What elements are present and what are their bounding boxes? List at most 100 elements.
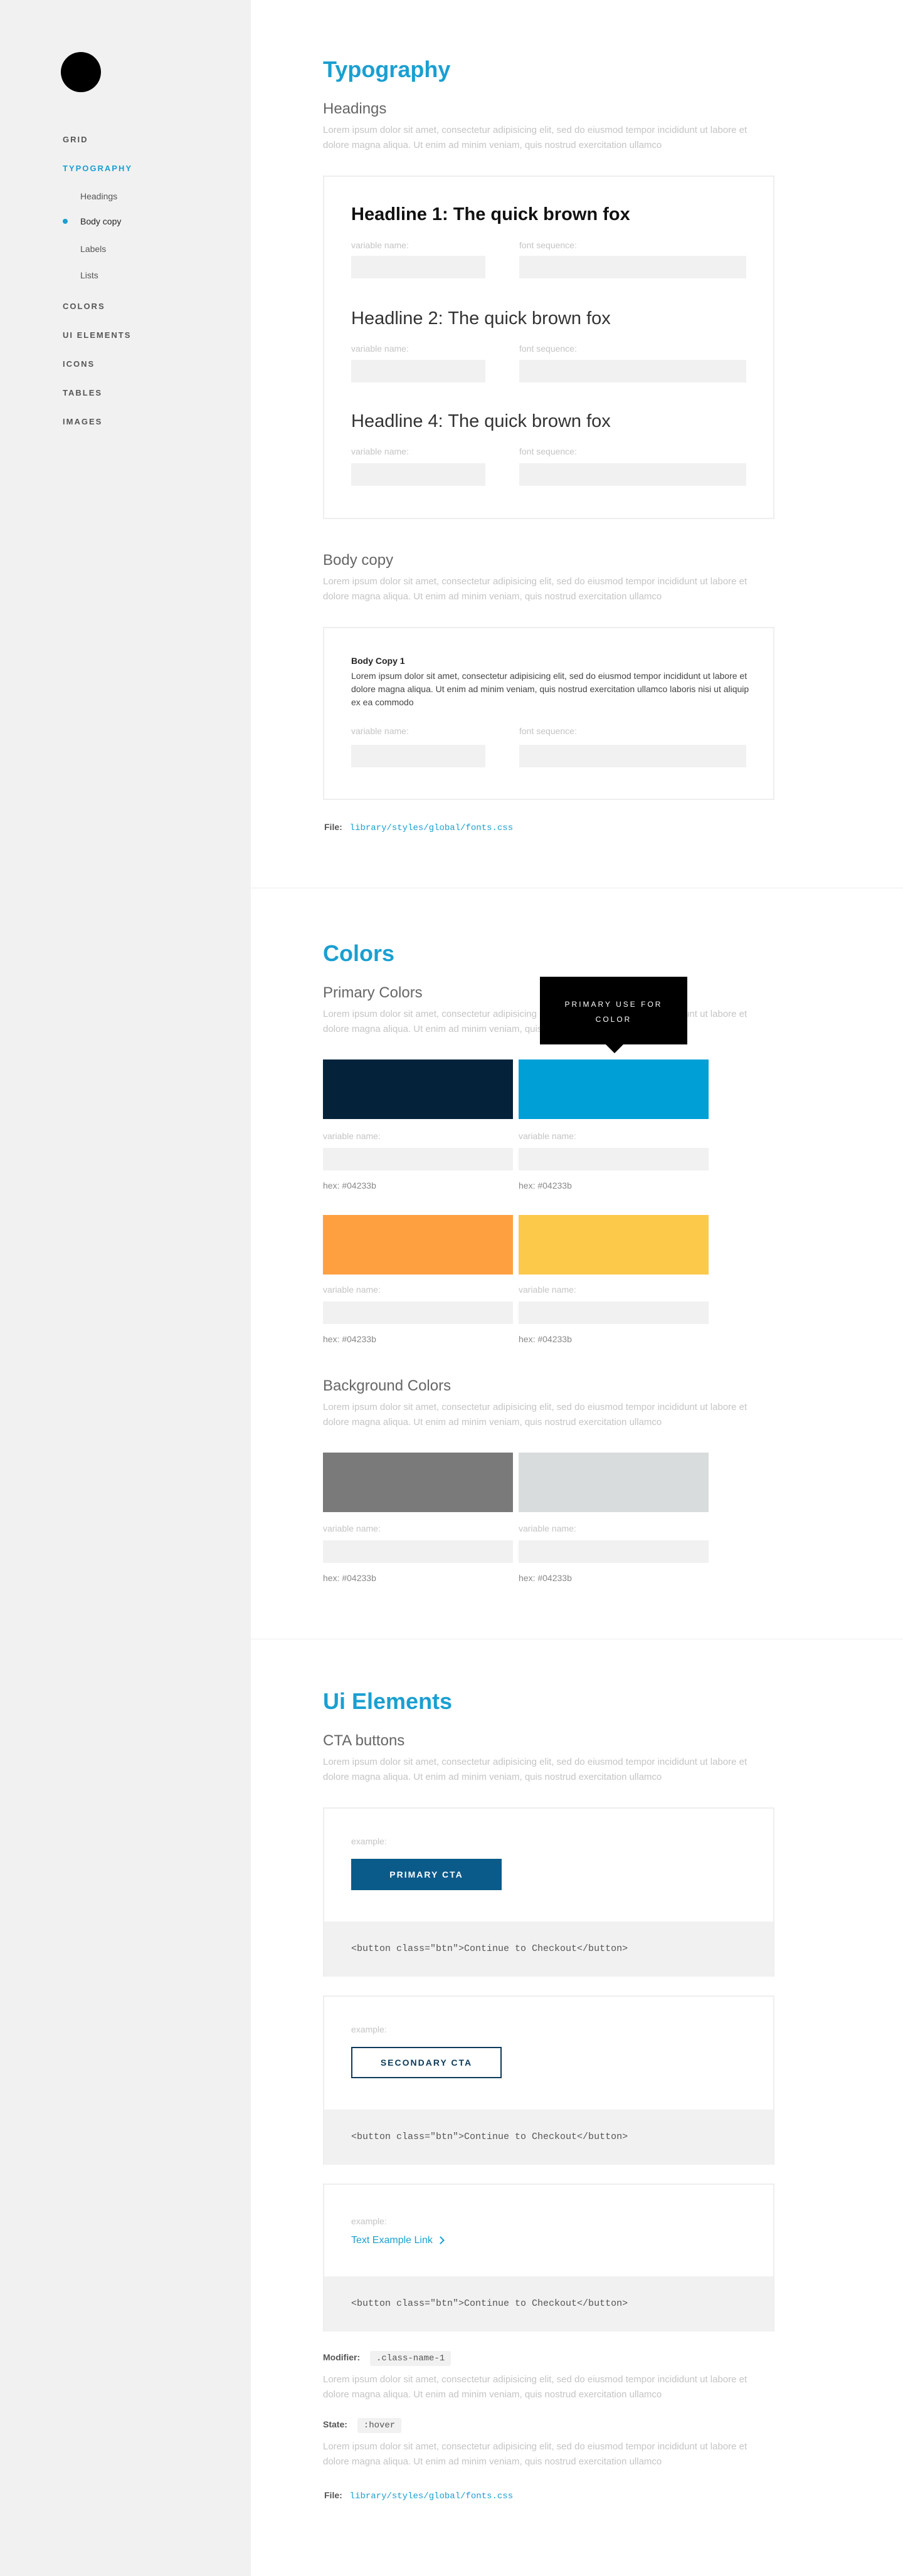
example-label: example: — [351, 2216, 387, 2226]
body-copy-label: Body Copy 1 — [351, 656, 405, 666]
cta-buttons-subtitle: CTA buttons — [323, 1732, 405, 1749]
font-sequence-label: font sequence: — [519, 240, 577, 250]
example-label: example: — [351, 2024, 387, 2034]
colors-title: Colors — [323, 940, 395, 966]
file-path-link[interactable]: library/styles/global/fonts.css — [350, 823, 513, 833]
font-sequence-field[interactable] — [519, 256, 746, 278]
color-swatch[interactable] — [323, 1059, 513, 1119]
code-snippet: <button class="btn">Continue to Checkout… — [324, 2110, 773, 2165]
body-copy-sample: Lorem ipsum dolor sit amet, consectetur … — [351, 671, 749, 707]
color-tooltip: PRIMARY USE FOR COLOR — [540, 977, 687, 1044]
variable-name-label: variable name: — [519, 1131, 576, 1141]
variable-name-label: variable name: — [351, 240, 409, 250]
variable-name-label: variable name: — [351, 726, 409, 736]
variable-name-label: variable name: — [323, 1523, 381, 1533]
active-indicator-dot — [63, 219, 68, 224]
font-sequence-label: font sequence: — [519, 344, 577, 354]
variable-name-field[interactable] — [519, 1540, 709, 1563]
background-colors-subtitle: Background Colors — [323, 1377, 452, 1394]
variable-name-field[interactable] — [351, 463, 485, 486]
secondary-cta-button[interactable]: SECONDARY CTA — [351, 2047, 502, 2078]
nav-subitem-lists[interactable]: Lists — [80, 270, 98, 280]
variable-name-label: variable name: — [323, 1131, 381, 1141]
modifier-label: Modifier: — [323, 2352, 361, 2362]
headings-card: Headline 1: The quick brown fox variable… — [323, 176, 774, 519]
modifier-value: .class-name-1 — [370, 2351, 452, 2366]
variable-name-field[interactable] — [323, 1540, 513, 1563]
state-description: Lorem ipsum dolor sit amet, consectetur … — [323, 2441, 747, 2467]
hex-value: hex: #04233b — [323, 1180, 376, 1191]
typography-file-line: File: library/styles/global/fonts.css — [324, 822, 513, 833]
variable-name-label: variable name: — [519, 1523, 576, 1533]
font-sequence-field[interactable] — [519, 463, 746, 486]
variable-name-label: variable name: — [351, 344, 409, 354]
color-swatch[interactable] — [323, 1215, 513, 1275]
variable-name-field[interactable] — [519, 1148, 709, 1170]
font-sequence-label: font sequence: — [519, 446, 577, 456]
headings-description: Lorem ipsum dolor sit amet, consectetur … — [323, 125, 747, 150]
background-colors-description: Lorem ipsum dolor sit amet, consectetur … — [323, 1402, 747, 1427]
nav-subitem-labels[interactable]: Labels — [80, 244, 106, 254]
secondary-cta-card: example: SECONDARY CTA <button class="bt… — [323, 1995, 774, 2165]
font-sequence-field[interactable] — [519, 745, 746, 767]
text-link-label: Text Example Link — [351, 2235, 433, 2246]
font-sequence-field[interactable] — [519, 360, 746, 382]
hex-value: hex: #04233b — [519, 1180, 572, 1191]
nav-subitem-headings[interactable]: Headings — [80, 191, 117, 201]
logo[interactable] — [61, 52, 101, 92]
nav-item-ui-elements[interactable]: UI ELEMENTS — [63, 330, 131, 340]
body-copy-subtitle: Body copy — [323, 552, 394, 569]
primary-colors-subtitle: Primary Colors — [323, 984, 423, 1001]
nav-item-tables[interactable]: TABLES — [63, 388, 102, 397]
variable-name-field[interactable] — [351, 256, 485, 278]
chevron-right-icon — [436, 2236, 445, 2244]
file-label: File: — [324, 822, 342, 832]
nav-subitem-body-copy[interactable]: Body copy — [80, 216, 121, 226]
code-snippet: <button class="btn">Continue to Checkout… — [324, 2276, 773, 2332]
headline-2-sample: Headline 2: The quick brown fox — [351, 308, 611, 329]
color-swatch[interactable] — [519, 1215, 709, 1275]
body-copy-description: Lorem ipsum dolor sit amet, consectetur … — [323, 576, 747, 602]
color-swatch[interactable] — [519, 1059, 709, 1119]
background-swatch[interactable] — [323, 1453, 513, 1512]
file-path-link[interactable]: library/styles/global/fonts.css — [350, 2491, 513, 2501]
variable-name-field[interactable] — [323, 1301, 513, 1324]
variable-name-label: variable name: — [351, 446, 409, 456]
tooltip-arrow — [606, 1044, 623, 1053]
state-value: :hover — [357, 2418, 402, 2433]
hex-value: hex: #04233b — [323, 1334, 376, 1344]
modifier-description: Lorem ipsum dolor sit amet, consectetur … — [323, 2374, 747, 2400]
headline-4-sample: Headline 4: The quick brown fox — [351, 411, 611, 431]
hex-value: hex: #04233b — [323, 1573, 376, 1583]
variable-name-field[interactable] — [519, 1301, 709, 1324]
cta-buttons-description: Lorem ipsum dolor sit amet, consectetur … — [323, 1757, 747, 1782]
ui-elements-file-line: File: library/styles/global/fonts.css — [324, 2490, 513, 2501]
variable-name-field[interactable] — [351, 745, 485, 767]
background-swatch[interactable] — [519, 1453, 709, 1512]
primary-cta-button[interactable]: PRIMARY CTA — [351, 1859, 502, 1890]
nav-item-icons[interactable]: ICONS — [63, 359, 95, 369]
tooltip-text: PRIMARY USE FOR COLOR — [564, 1000, 663, 1024]
example-label: example: — [351, 1836, 387, 1846]
nav-item-colors[interactable]: COLORS — [63, 302, 105, 311]
headings-subtitle: Headings — [323, 100, 387, 117]
state-line: State: :hover — [323, 2418, 402, 2433]
nav-item-grid[interactable]: GRID — [63, 135, 88, 144]
text-link-card: example: Text Example Link <button class… — [323, 2184, 774, 2332]
primary-cta-card: example: PRIMARY CTA <button class="btn"… — [323, 1807, 774, 1977]
variable-name-field[interactable] — [351, 360, 485, 382]
hex-value: hex: #04233b — [519, 1334, 572, 1344]
text-example-link[interactable]: Text Example Link — [351, 2235, 445, 2246]
state-label: State: — [323, 2419, 347, 2429]
file-label: File: — [324, 2490, 342, 2500]
variable-name-label: variable name: — [323, 1285, 381, 1295]
code-snippet: <button class="btn">Continue to Checkout… — [324, 1921, 773, 1977]
body-copy-card: Body Copy 1 Lorem ipsum dolor sit amet, … — [323, 627, 774, 800]
sidebar: GRID TYPOGRAPHY Headings Body copy Label… — [0, 0, 251, 2576]
modifier-line: Modifier: .class-name-1 — [323, 2351, 452, 2366]
variable-name-label: variable name: — [519, 1285, 576, 1295]
hex-value: hex: #04233b — [519, 1573, 572, 1583]
nav-item-typography[interactable]: TYPOGRAPHY — [63, 164, 132, 173]
variable-name-field[interactable] — [323, 1148, 513, 1170]
nav-item-images[interactable]: IMAGES — [63, 417, 102, 426]
